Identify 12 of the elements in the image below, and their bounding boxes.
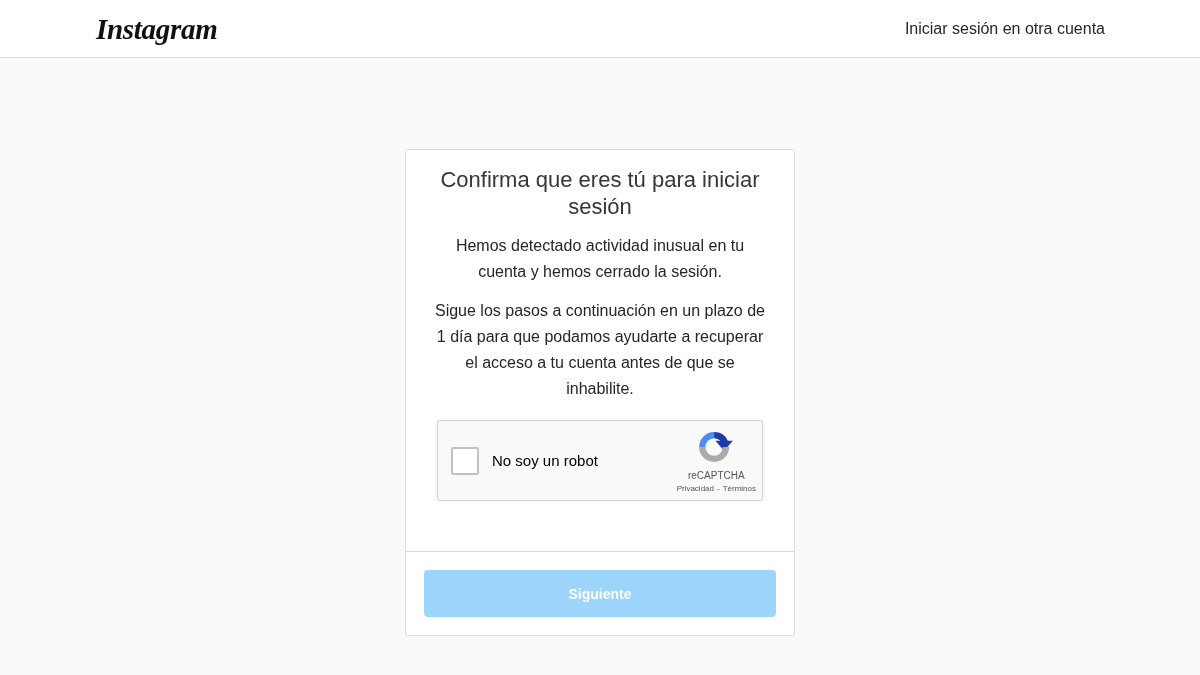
logo[interactable]: Instagram: [96, 13, 218, 46]
message-paragraph: Sigue los pasos a continuación en un plazo de 1 día para que podamos ayudarte a recuperar el acceso a tu cuenta antes de que se inhabilite.: [434, 301, 766, 399]
recaptcha-brand: reCAPTCHA: [687, 469, 745, 482]
checkbox[interactable]: [451, 446, 479, 475]
message-paragraph: Hemos detectado actividad inusual en tu cuenta y hemos cerrado la sesión.: [454, 236, 746, 282]
switch-account-link[interactable]: Iniciar sesión en otra cuenta: [904, 19, 1105, 38]
link-separator: -: [717, 483, 720, 494]
policy-link[interactable]: Privacidad: [676, 483, 714, 494]
policy-link[interactable]: Términos: [722, 483, 756, 494]
checkbox-label: No soy un robot: [492, 452, 598, 469]
circular-arrow-icon: [699, 431, 734, 462]
card-title: Confirma que eres tú para iniciar sesión: [439, 166, 761, 220]
